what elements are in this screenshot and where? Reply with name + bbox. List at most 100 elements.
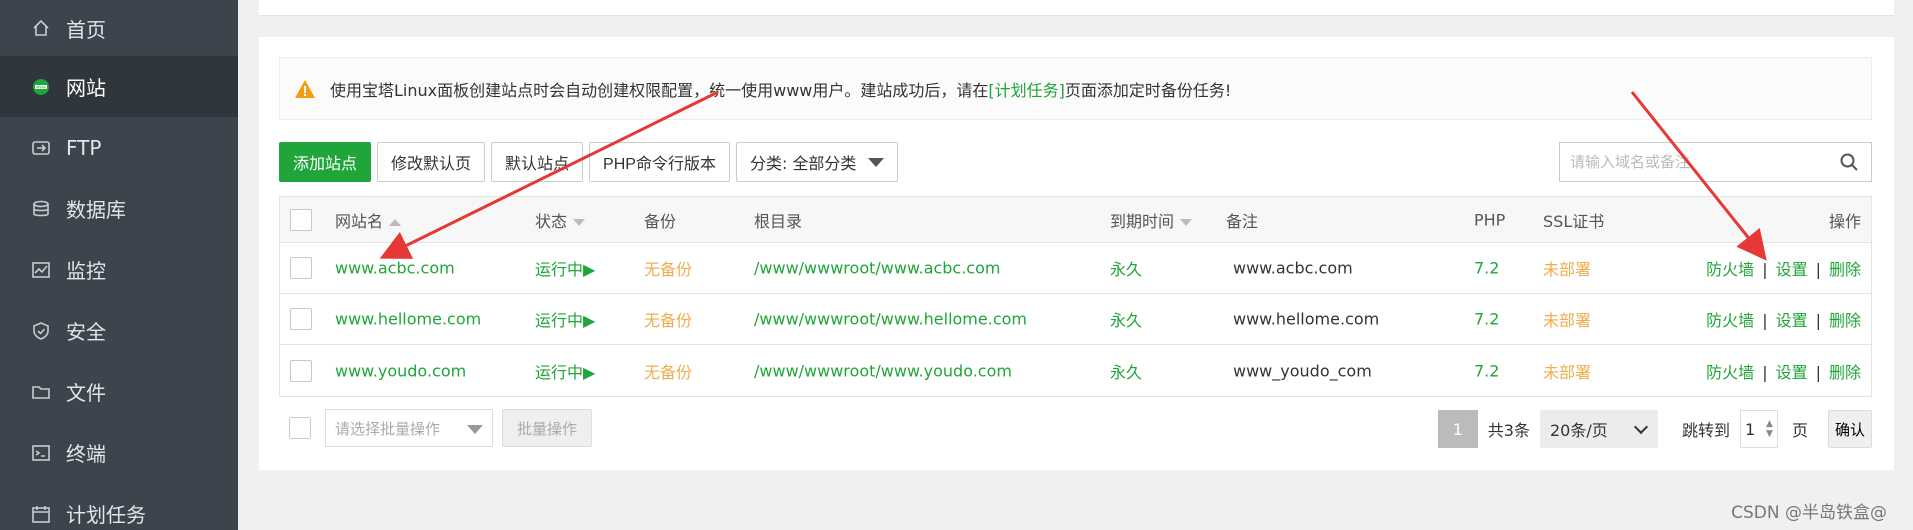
terminal-icon: [30, 442, 52, 464]
page-unit-label: 页: [1791, 421, 1808, 440]
page-size-select[interactable]: 20条/页: [1539, 410, 1658, 448]
settings-link[interactable]: 设置: [1776, 260, 1808, 279]
php-cli-version-button[interactable]: PHP命令行版本: [589, 142, 730, 182]
backup-link[interactable]: 无备份: [644, 359, 692, 383]
sidebar-item-home[interactable]: 首页: [0, 0, 238, 56]
watermark: CSDN @半岛铁盒@: [1731, 503, 1887, 523]
footer-select-all-checkbox[interactable]: [289, 417, 311, 439]
jump-confirm-button[interactable]: 确认: [1827, 410, 1872, 448]
notice-text-tail: 页面添加定时备份任务!: [1064, 80, 1232, 100]
firewall-link[interactable]: 防火墙: [1706, 363, 1754, 382]
header-status[interactable]: 状态: [535, 208, 586, 232]
action-separator: |: [1815, 311, 1821, 330]
remark-field[interactable]: www.acbc.com: [1233, 259, 1353, 278]
caret-down-icon: [467, 425, 483, 434]
table-header: 网站名 状态 备份 根目录 到期时间 备注 PHP SSL证书 操作: [280, 197, 1871, 243]
delete-link[interactable]: 删除: [1829, 260, 1861, 279]
row-checkbox[interactable]: [290, 308, 312, 330]
sidebar-item-security[interactable]: 安全: [0, 300, 238, 361]
ssl-link[interactable]: 未部署: [1543, 256, 1591, 280]
batch-action-button[interactable]: 批量操作: [502, 409, 593, 447]
remark-field[interactable]: www.hellome.com: [1233, 310, 1379, 329]
expire-link[interactable]: 永久: [1110, 307, 1142, 331]
status-toggle[interactable]: 运行中▶: [535, 307, 595, 331]
header-backup: 备份: [644, 211, 677, 231]
total-count: 共3条: [1487, 421, 1530, 440]
row-checkbox[interactable]: [290, 257, 312, 279]
sidebar-item-label: 数据库: [66, 198, 126, 222]
sidebar-item-label: 安全: [66, 320, 106, 344]
ftp-icon: [30, 137, 52, 159]
header-expire[interactable]: 到期时间: [1110, 208, 1193, 232]
firewall-link[interactable]: 防火墙: [1706, 260, 1754, 279]
jump-page-input[interactable]: 1 ▲ ▼: [1739, 410, 1778, 448]
sidebar-item-files[interactable]: 文件: [0, 361, 238, 422]
jump-label: 跳转到: [1681, 421, 1730, 440]
sort-desc-icon: [1180, 218, 1193, 226]
search-icon[interactable]: [1830, 143, 1868, 181]
calendar-icon: [30, 503, 52, 525]
firewall-link[interactable]: 防火墙: [1706, 311, 1754, 330]
sidebar: 首页 WWW 网站 FTP 数据库 监控 安全 文件 终端 计划任务: [0, 0, 238, 530]
sidebar-item-ftp[interactable]: FTP: [0, 117, 238, 178]
delete-link[interactable]: 删除: [1829, 363, 1861, 382]
expire-link[interactable]: 永久: [1110, 256, 1142, 280]
settings-link[interactable]: 设置: [1776, 363, 1808, 382]
page-1-button[interactable]: 1: [1437, 410, 1478, 448]
select-all-checkbox[interactable]: [290, 208, 312, 231]
batch-action-select[interactable]: 请选择批量操作: [325, 409, 493, 447]
sidebar-item-label: FTP: [66, 135, 102, 160]
action-separator: |: [1762, 362, 1768, 382]
delete-link[interactable]: 删除: [1829, 311, 1861, 330]
settings-link[interactable]: 设置: [1776, 311, 1808, 330]
sidebar-item-label: 监控: [66, 259, 106, 283]
ssl-link[interactable]: 未部署: [1543, 307, 1591, 331]
row-actions: 防火墙 | 设置 | 删除: [1706, 359, 1861, 383]
search-input[interactable]: [1560, 144, 1830, 180]
root-dir-link[interactable]: /www/wwwroot/www.acbc.com: [754, 259, 1000, 278]
root-dir-link[interactable]: /www/wwwroot/www.youdo.com: [754, 361, 1012, 380]
sidebar-item-terminal[interactable]: 终端: [0, 422, 238, 483]
action-separator: |: [1762, 311, 1768, 330]
edit-default-page-button[interactable]: 修改默认页: [377, 142, 486, 182]
status-toggle[interactable]: 运行中▶: [535, 359, 595, 383]
monitor-icon: [30, 259, 52, 281]
site-name-link[interactable]: www.acbc.com: [335, 259, 455, 278]
site-name-link[interactable]: www.hellome.com: [335, 310, 481, 329]
header-root: 根目录: [754, 211, 803, 231]
header-name-label: 网站名: [335, 211, 384, 231]
root-dir-link[interactable]: /www/wwwroot/www.hellome.com: [754, 310, 1027, 329]
cron-link[interactable]: [计划任务]: [988, 77, 1065, 101]
php-version-link[interactable]: 7.2: [1474, 310, 1499, 329]
expire-link[interactable]: 永久: [1110, 359, 1142, 383]
site-name-link[interactable]: www.youdo.com: [335, 361, 466, 380]
sidebar-item-monitor[interactable]: 监控: [0, 239, 238, 300]
header-name[interactable]: 网站名: [335, 208, 402, 232]
notice-bar: 使用宝塔Linux面板创建站点时会自动创建权限配置，统一使用www用户。建站成功…: [279, 57, 1872, 120]
spinner-icon[interactable]: ▲ ▼: [1766, 419, 1773, 439]
header-ssl: SSL证书: [1543, 211, 1605, 231]
ssl-link[interactable]: 未部署: [1543, 359, 1591, 383]
remark-field[interactable]: www_youdo_com: [1233, 361, 1372, 380]
backup-link[interactable]: 无备份: [644, 307, 692, 331]
php-version-link[interactable]: 7.2: [1474, 361, 1499, 380]
site-table: 网站名 状态 备份 根目录 到期时间 备注 PHP SSL证书 操作 www.a…: [279, 196, 1872, 397]
backup-link[interactable]: 无备份: [644, 256, 692, 280]
toolbar: 添加站点 修改默认页 默认站点 PHP命令行版本 分类: 全部分类: [279, 142, 899, 182]
table-row: www.acbc.com 运行中▶ 无备份 /www/wwwroot/www.a…: [280, 243, 1871, 294]
category-select[interactable]: 分类: 全部分类: [735, 142, 899, 182]
sidebar-item-website[interactable]: WWW 网站: [0, 56, 238, 117]
warning-icon: [295, 79, 315, 98]
svg-text:WWW: WWW: [36, 85, 47, 89]
sidebar-item-label: 终端: [66, 442, 106, 466]
database-icon: [30, 198, 52, 220]
sidebar-item-database[interactable]: 数据库: [0, 178, 238, 239]
default-site-button[interactable]: 默认站点: [491, 142, 584, 182]
sidebar-item-cron[interactable]: 计划任务: [0, 483, 238, 530]
sidebar-item-label: 计划任务: [66, 503, 146, 527]
page-size-label: 20条/页: [1549, 421, 1608, 440]
add-site-button[interactable]: 添加站点: [279, 142, 372, 182]
php-version-link[interactable]: 7.2: [1474, 259, 1499, 278]
row-checkbox[interactable]: [290, 359, 312, 382]
status-toggle[interactable]: 运行中▶: [535, 256, 595, 280]
